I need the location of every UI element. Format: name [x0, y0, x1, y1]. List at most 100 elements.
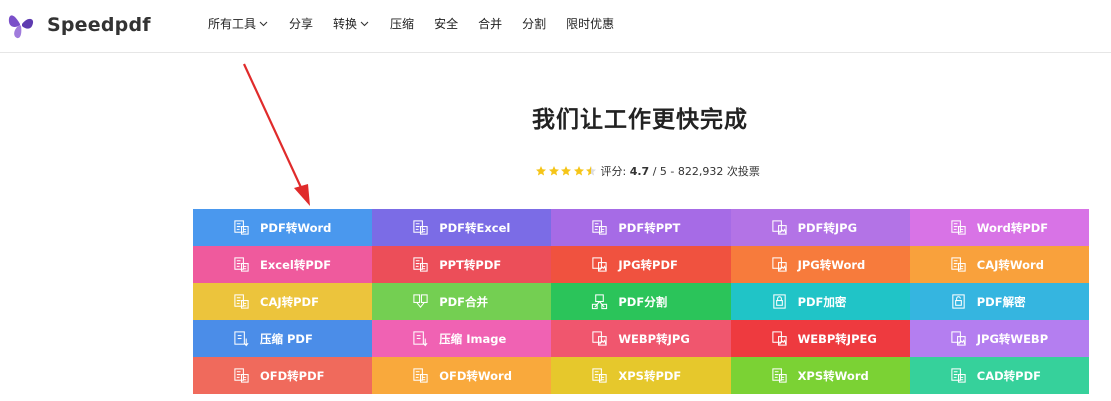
- rating-stars: [535, 165, 598, 177]
- tool-tile-22[interactable]: XPS转PDF: [551, 357, 731, 394]
- star-icon: [573, 166, 584, 176]
- lock-icon: [772, 294, 786, 309]
- chevron-down-icon: [259, 21, 268, 27]
- tool-tile-1[interactable]: PDF转Excel: [372, 209, 552, 246]
- rating-prefix: 评分:: [600, 165, 627, 178]
- nav-item-4[interactable]: 安全: [434, 15, 458, 32]
- tool-label: Word转PDF: [976, 220, 1049, 235]
- chevron-down-icon: [360, 21, 369, 27]
- butterfly-logo-icon: [8, 15, 34, 39]
- tool-label: PDF分割: [618, 294, 668, 309]
- document-convert-icon: [592, 368, 608, 383]
- tool-tile-20[interactable]: OFD转PDF: [193, 357, 373, 394]
- tool-label: PDF转Word: [260, 220, 332, 235]
- compress-icon: [413, 331, 428, 347]
- nav-item-label: 分享: [289, 17, 314, 31]
- star-icon: [561, 166, 571, 176]
- nav-item-6[interactable]: 分割: [522, 15, 546, 32]
- nav-item-5[interactable]: 合并: [478, 15, 502, 32]
- document-convert-icon: [234, 368, 249, 383]
- document-convert-icon: [413, 220, 428, 235]
- nav-item-label: 所有工具: [208, 17, 257, 31]
- tool-tile-8[interactable]: JPG转Word: [730, 246, 910, 283]
- tool-label: PDF合并: [439, 294, 489, 309]
- tool-tile-9[interactable]: CAJ转Word: [909, 246, 1089, 283]
- unlock-icon: [952, 294, 965, 309]
- document-convert-icon: [234, 294, 249, 309]
- tool-label: PDF解密: [976, 294, 1026, 309]
- tool-tile-12[interactable]: PDF分割: [551, 283, 731, 320]
- tool-label: WEBP转JPG: [618, 331, 690, 346]
- tool-tile-24[interactable]: CAD转PDF: [909, 357, 1089, 394]
- nav-item-label: 安全: [434, 17, 459, 31]
- tool-tile-2[interactable]: PDF转PPT: [551, 209, 731, 246]
- tool-tile-0[interactable]: PDF转Word: [193, 209, 373, 246]
- nav-item-label: 分割: [522, 17, 547, 31]
- tool-label: CAJ转Word: [976, 257, 1044, 272]
- brand-name: Speedpdf: [47, 14, 151, 36]
- tool-tile-13[interactable]: PDF加密: [730, 283, 910, 320]
- compress-icon: [234, 331, 249, 347]
- tool-tile-5[interactable]: Excel转PDF: [193, 246, 373, 283]
- document-convert-icon: [234, 220, 249, 235]
- image-convert-icon: [771, 331, 787, 346]
- tool-tile-3[interactable]: PDF转JPG: [730, 209, 910, 246]
- tool-label: JPG转WEBP: [976, 331, 1049, 346]
- tool-label: CAD转PDF: [976, 368, 1041, 383]
- tool-label: PDF转PPT: [618, 220, 681, 235]
- document-convert-icon: [413, 368, 428, 383]
- red-arrow-annotation: [243, 63, 310, 206]
- document-convert-icon: [413, 257, 428, 272]
- top-navigation-bar: Speedpdf 所有工具 分享 转换 压缩 安全 合并 分割 限时优惠: [0, 0, 1111, 53]
- tool-label: PDF加密: [797, 294, 847, 309]
- document-convert-icon: [234, 257, 249, 272]
- image-convert-icon: [592, 331, 608, 346]
- nav-item-label: 限时优惠: [566, 17, 615, 31]
- nav-item-3[interactable]: 压缩: [390, 15, 414, 32]
- tool-label: WEBP转JPEG: [797, 331, 877, 346]
- nav-item-2[interactable]: 转换: [333, 15, 370, 32]
- nav-item-label: 转换: [333, 17, 358, 31]
- tool-label: PDF转JPG: [797, 220, 858, 235]
- rating-summary: 评分: 4.7 / 5 - 822,932 次投票: [535, 163, 760, 179]
- tool-label: PPT转PDF: [439, 257, 502, 272]
- split-icon: [592, 294, 608, 310]
- tool-tile-17[interactable]: WEBP转JPG: [551, 320, 731, 357]
- tool-label: JPG转Word: [797, 257, 866, 272]
- nav-item-label: 合并: [478, 17, 503, 31]
- image-convert-icon: [951, 331, 966, 346]
- tool-label: XPS转PDF: [618, 368, 682, 383]
- nav-item-0[interactable]: 所有工具: [208, 15, 269, 32]
- tool-tile-14[interactable]: PDF解密: [909, 283, 1089, 320]
- tool-label: JPG转PDF: [618, 257, 678, 272]
- tool-tile-16[interactable]: 压缩 Image: [372, 320, 552, 357]
- tool-tile-19[interactable]: JPG转WEBP: [909, 320, 1089, 357]
- nav-item-1[interactable]: 分享: [289, 15, 313, 32]
- star-icon: [536, 166, 546, 176]
- tool-tile-21[interactable]: OFD转Word: [372, 357, 552, 394]
- tool-tile-7[interactable]: JPG转PDF: [551, 246, 731, 283]
- document-convert-icon: [951, 220, 966, 235]
- nav-item-7[interactable]: 限时优惠: [566, 15, 614, 32]
- main-nav: 所有工具 分享 转换 压缩 安全 合并 分割 限时优惠: [208, 15, 634, 32]
- tool-label: XPS转Word: [797, 368, 869, 383]
- brand-logo[interactable]: Speedpdf: [6, 8, 151, 42]
- document-convert-icon: [771, 368, 787, 383]
- tool-tile-11[interactable]: PDF合并: [372, 283, 552, 320]
- document-convert-icon: [951, 368, 966, 383]
- tools-grid: PDF转Word PDF转Excel PDF转PPT PDF转JPG Word转PDF E…: [193, 209, 1089, 394]
- tool-label: CAJ转PDF: [260, 294, 319, 309]
- tool-tile-10[interactable]: CAJ转PDF: [193, 283, 373, 320]
- tool-tile-4[interactable]: Word转PDF: [909, 209, 1089, 246]
- tool-tile-23[interactable]: XPS转Word: [730, 357, 910, 394]
- rating-score: 4.7: [629, 164, 650, 178]
- tool-tile-15[interactable]: 压缩 PDF: [193, 320, 373, 357]
- tool-label: PDF转Excel: [439, 220, 511, 235]
- image-convert-icon: [771, 220, 787, 235]
- tool-tile-18[interactable]: WEBP转JPEG: [730, 320, 910, 357]
- image-convert-icon: [592, 257, 608, 272]
- document-convert-icon: [592, 220, 608, 235]
- star-icon: [586, 166, 596, 176]
- tool-tile-6[interactable]: PPT转PDF: [372, 246, 552, 283]
- tool-label: Excel转PDF: [260, 257, 332, 272]
